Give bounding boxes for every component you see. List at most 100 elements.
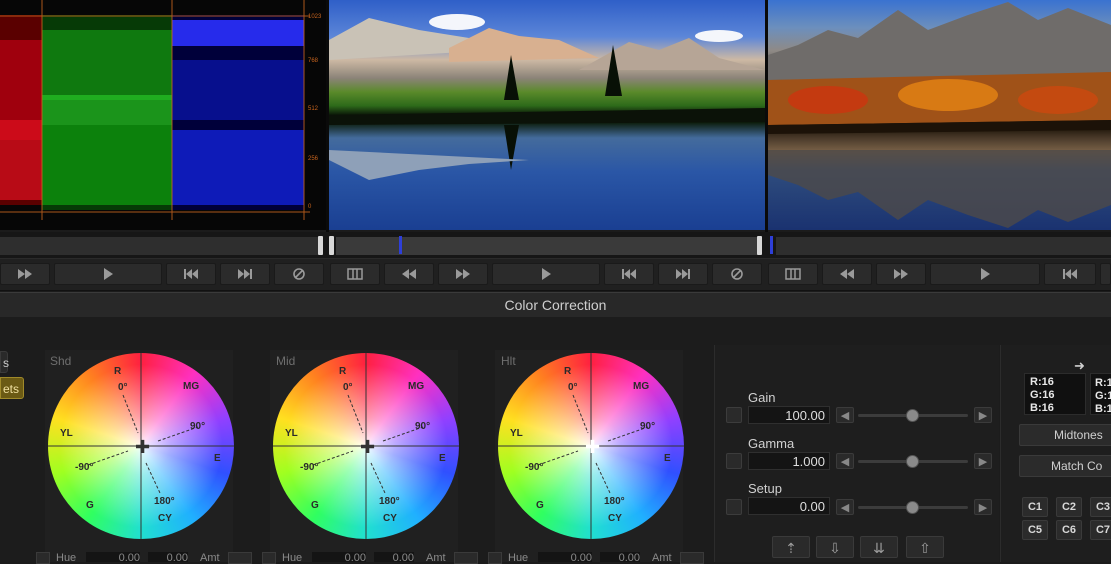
swatch-right[interactable]: R:1 G:1 B:1 (1090, 373, 1111, 415)
gain-label: Gain (748, 390, 776, 405)
memory-c1-button[interactable]: C1 (1022, 497, 1048, 517)
fast-forward-button-2[interactable] (438, 263, 488, 285)
prev-edit-button-2[interactable] (604, 263, 654, 285)
highlights-hue-field[interactable]: 0.00 (538, 552, 592, 564)
gain-increase-button[interactable]: ▶ (974, 407, 992, 423)
shadows-hue-label: Hue (56, 552, 77, 564)
timeline-track-left[interactable] (0, 237, 318, 255)
swatch-right-g: G:1 (1095, 390, 1111, 402)
rewind-button[interactable] (384, 263, 434, 285)
gamma-value-field[interactable]: 1.000 (748, 452, 830, 470)
midtones-crosshair-icon[interactable]: ✚ (360, 438, 375, 456)
waveform-scope: 1023 768 512 256 0 (0, 0, 327, 230)
setup-reset-checkbox[interactable] (726, 499, 742, 515)
midtones-hue-label: Hue (282, 552, 303, 564)
setup-decrease-button[interactable]: ◀ (836, 499, 854, 515)
shadows-crosshair-icon[interactable]: ✚ (135, 438, 150, 456)
download-icon[interactable]: ⇩ (816, 536, 854, 558)
gamma-increase-button[interactable]: ▶ (974, 453, 992, 469)
wheel-mark-90deg: 90° (190, 421, 206, 432)
gain-decrease-button[interactable]: ◀ (836, 407, 854, 423)
setup-increase-button[interactable]: ▶ (974, 499, 992, 515)
wheel-mark-e: E (214, 453, 221, 464)
highlights-amt-label: Amt (652, 552, 672, 564)
highlights-eyedropper-icon[interactable] (680, 552, 704, 564)
shadows-amt-label: Amt (200, 552, 220, 564)
midtones-button[interactable]: Midtones (1019, 424, 1111, 446)
wheel-mark-g: G (311, 500, 319, 511)
swatch-right-b: B:1 (1095, 403, 1111, 415)
fast-forward-icon (456, 269, 470, 279)
apply-up-icon[interactable]: ⇡ (772, 536, 810, 558)
source-viewer[interactable] (329, 0, 765, 230)
timeline-in-handle[interactable] (318, 236, 323, 255)
midtones-eyedropper-icon[interactable] (454, 552, 478, 564)
wheel-mark-yl: YL (510, 428, 523, 439)
shadows-hue-field[interactable]: 0.00 (86, 552, 140, 564)
next-edit-button[interactable] (220, 263, 270, 285)
match-color-button[interactable]: Match Co (1019, 455, 1111, 477)
fast-forward-button-3[interactable] (876, 263, 926, 285)
merge-icon[interactable]: ⇊ (860, 536, 898, 558)
wheel-mark-0deg: 0° (568, 382, 578, 393)
play-button[interactable] (54, 263, 162, 285)
playhead-marker[interactable] (399, 236, 402, 254)
memory-c3-button[interactable]: C3 (1090, 497, 1111, 517)
wheel-mark-mg: MG (408, 381, 425, 392)
split-view-button-2[interactable] (768, 263, 818, 285)
play-button-2[interactable] (492, 263, 600, 285)
arrow-right-icon[interactable]: ➜ (1074, 358, 1085, 374)
gamma-decrease-button[interactable]: ◀ (836, 453, 854, 469)
next-edit-button-2[interactable] (658, 263, 708, 285)
highlights-hue-checkbox[interactable] (488, 552, 502, 564)
upload-icon[interactable]: ⇧ (906, 536, 944, 558)
setup-slider-knob[interactable] (906, 501, 919, 514)
midtones-value-field[interactable]: 0.00 (374, 552, 414, 564)
wheel-mark-0deg: 0° (118, 382, 128, 393)
wheel-mark-yl: YL (285, 428, 298, 439)
play-button-3[interactable] (930, 263, 1040, 285)
gain-slider-knob[interactable] (906, 409, 919, 422)
presets-stub-button[interactable]: ets (0, 377, 24, 399)
prev-edit-button-3[interactable] (1044, 263, 1096, 285)
bypass-button-2[interactable] (712, 263, 762, 285)
timeline-track-right[interactable] (776, 237, 1111, 255)
rewind-icon (840, 269, 854, 279)
gamma-reset-checkbox[interactable] (726, 453, 742, 469)
swatch-left-b: B:16 (1030, 402, 1054, 414)
autumn-mountain-image (768, 2, 1111, 228)
gain-value-field[interactable]: 100.00 (748, 406, 830, 424)
split-view-button[interactable] (330, 263, 380, 285)
shadows-value-field[interactable]: 0.00 (148, 552, 188, 564)
gain-reset-checkbox[interactable] (726, 407, 742, 423)
setup-value-field[interactable]: 0.00 (748, 497, 830, 515)
shadows-eyedropper-icon[interactable] (228, 552, 252, 564)
tab-stub[interactable]: s (0, 351, 9, 373)
wheel-mark-cy: CY (158, 513, 172, 524)
prev-edit-button[interactable] (166, 263, 216, 285)
scale-label-512: 512 (308, 106, 319, 112)
rewind-button-2[interactable] (822, 263, 872, 285)
highlights-value-field[interactable]: 0.00 (600, 552, 640, 564)
memory-c5-button[interactable]: C5 (1022, 520, 1048, 540)
midtones-hue-checkbox[interactable] (262, 552, 276, 564)
mountain-lake-image (329, 14, 765, 180)
midtones-hue-field[interactable]: 0.00 (312, 552, 366, 564)
memory-c2-button[interactable]: C2 (1056, 497, 1082, 517)
timeline-in-handle-2[interactable] (329, 236, 334, 255)
reference-viewer[interactable] (768, 0, 1111, 230)
highlights-crosshair-icon[interactable]: ✚ (585, 438, 600, 456)
wheel-mark-r: R (114, 366, 122, 377)
memory-c7-button[interactable]: C7 (1090, 520, 1111, 540)
timeline-out-handle[interactable] (757, 236, 762, 255)
shadows-hue-checkbox[interactable] (36, 552, 50, 564)
bypass-button[interactable] (274, 263, 324, 285)
wheel-mark-minus90deg: -90° (525, 462, 544, 473)
wheel-mark-mg: MG (633, 381, 650, 392)
split-view-icon (347, 268, 363, 280)
playhead-marker-2[interactable] (770, 236, 773, 254)
fast-forward-button[interactable] (0, 263, 50, 285)
next-edit-button-3[interactable] (1100, 263, 1111, 285)
gamma-slider-knob[interactable] (906, 455, 919, 468)
memory-c6-button[interactable]: C6 (1056, 520, 1082, 540)
